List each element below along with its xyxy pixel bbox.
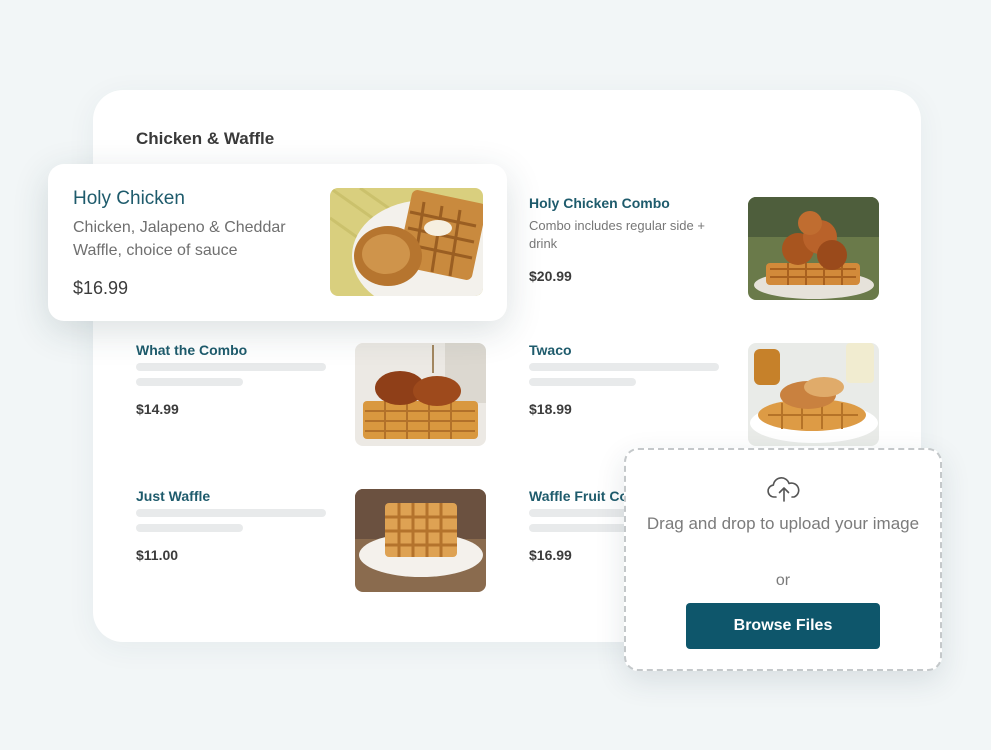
item-price: $18.99: [529, 401, 572, 417]
item-name: Twaco: [529, 342, 572, 358]
item-image: [748, 343, 879, 446]
item-name: Holy Chicken Combo: [529, 195, 670, 211]
upload-dropzone[interactable]: Drag and drop to upload your image or Br…: [624, 448, 942, 671]
cloud-upload-icon: [767, 477, 800, 502]
featured-item-name: Holy Chicken: [73, 188, 185, 209]
item-image: [355, 489, 486, 592]
browse-files-button[interactable]: Browse Files: [686, 603, 880, 649]
item-name: Just Waffle: [136, 488, 211, 504]
featured-item-description: Chicken, Jalapeno & Cheddar Waffle, choi…: [73, 219, 286, 259]
section-title: Chicken & Waffle: [136, 129, 275, 148]
featured-item-image: [330, 188, 483, 296]
featured-item-price: $16.99: [73, 278, 129, 298]
item-name: What the Combo: [136, 342, 248, 358]
description-placeholder: [529, 524, 636, 532]
description-placeholder: [529, 363, 719, 371]
item-price: $14.99: [136, 401, 179, 417]
upload-prompt: Drag and drop to upload your image: [646, 514, 920, 533]
item-price: $16.99: [529, 547, 572, 563]
item-image: [748, 197, 879, 300]
featured-item-card[interactable]: Holy Chicken Chicken, Jalapeno & Cheddar…: [48, 164, 507, 321]
description-placeholder: [529, 378, 636, 386]
upload-or-label: or: [775, 572, 791, 589]
description-placeholder: [136, 363, 326, 371]
item-price: $11.00: [136, 547, 179, 563]
item-image: [355, 343, 486, 446]
description-placeholder: [136, 378, 243, 386]
description-placeholder: [136, 509, 326, 517]
item-price: $20.99: [529, 268, 572, 284]
item-description: Combo includes regular side + drink: [529, 218, 705, 251]
description-placeholder: [136, 524, 243, 532]
